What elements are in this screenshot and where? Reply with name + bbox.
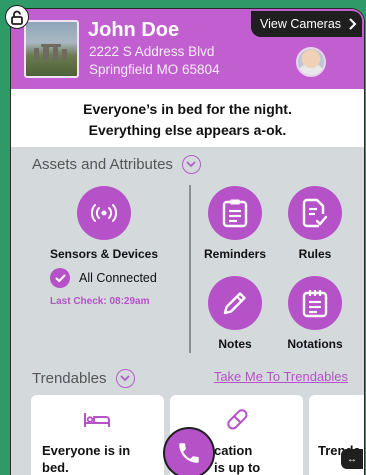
notes-label: Notes [218, 337, 252, 351]
bed-icon [84, 413, 110, 427]
clipboard-list-icon [222, 199, 248, 228]
trendables-link[interactable]: Take Me To Trendables [214, 369, 348, 384]
resident-header: John Doe 2222 S Address Blvd Springfield… [11, 9, 364, 89]
trendables-section-title: Trendables [32, 370, 107, 387]
trendable-text-line-2: bed. [42, 460, 69, 475]
sensors-devices-label: Sensors & Devices [49, 247, 159, 261]
chevron-down-icon[interactable] [181, 155, 201, 174]
reminders-label: Reminders [203, 247, 267, 261]
lock-open-icon [11, 10, 23, 25]
last-check-time: Last Check: 08:29am [50, 296, 150, 307]
sensor-signal-icon [91, 204, 117, 222]
clipboard-check-icon [302, 198, 328, 228]
assets-divider [189, 185, 191, 353]
expand-arrows-icon: ↔ [347, 453, 357, 465]
trendable-text-line-1: Everyone is in [42, 443, 131, 458]
status-line-2: Everything else appears a-ok. [88, 122, 287, 138]
notepad-icon [302, 290, 328, 318]
rules-label: Rules [298, 247, 332, 261]
notations-label: Notations [287, 337, 343, 351]
resident-card: John Doe 2222 S Address Blvd Springfield… [10, 8, 365, 475]
phone-icon [179, 443, 199, 463]
pencil-icon [223, 292, 246, 315]
view-cameras-button[interactable]: View Cameras [251, 11, 362, 37]
trendable-card[interactable]: Everyone is in bed. [31, 395, 164, 475]
expand-button[interactable]: ↔ [341, 449, 363, 469]
address-line-2: Springfield MO 65804 [89, 62, 220, 77]
sensors-devices-button[interactable] [77, 186, 131, 240]
connection-status: All Connected [79, 271, 157, 285]
avatar[interactable] [296, 47, 326, 77]
chevron-right-icon [349, 18, 357, 30]
lock-button[interactable] [5, 5, 29, 29]
address-line-1: 2222 S Address Blvd [89, 44, 215, 59]
pill-icon [227, 409, 248, 430]
trendables-section-header[interactable]: Trendables [32, 369, 135, 388]
resident-name: John Doe [88, 19, 180, 41]
assets-section-title: Assets and Attributes [32, 156, 173, 173]
home-photo [24, 20, 79, 78]
checkmark-icon [50, 268, 70, 288]
status-line-1: Everyone’s in bed for the night. [83, 101, 292, 117]
trendable-text-line-2: is up to [214, 460, 261, 475]
trendable-text-line-1: cation [214, 443, 253, 458]
chevron-down-icon[interactable] [115, 369, 135, 388]
reminders-button[interactable] [208, 186, 262, 240]
call-button[interactable] [163, 427, 215, 475]
notes-button[interactable] [208, 276, 262, 330]
notations-button[interactable] [288, 276, 342, 330]
assets-section-header[interactable]: Assets and Attributes [32, 155, 201, 174]
rules-button[interactable] [288, 186, 342, 240]
status-message: Everyone’s in bed for the night. Everyth… [11, 89, 364, 147]
view-cameras-label: View Cameras [260, 17, 342, 31]
